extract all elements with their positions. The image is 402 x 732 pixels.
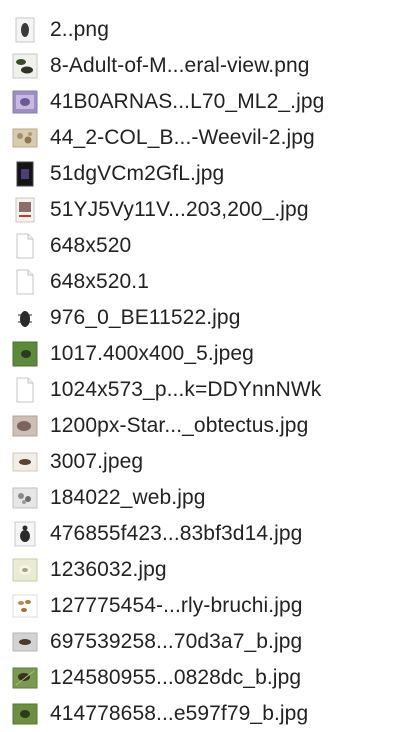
image-thumb-icon xyxy=(12,449,38,475)
image-thumb-icon xyxy=(12,413,38,439)
file-row[interactable]: 414778658...e597f79_b.jpg xyxy=(0,696,402,732)
image-thumb-icon xyxy=(12,197,38,223)
file-row[interactable]: 8-Adult-of-M...eral-view.png xyxy=(0,48,402,84)
file-name: 697539258...70d3a7_b.jpg xyxy=(50,630,303,653)
image-thumb-icon xyxy=(12,629,38,655)
file-row[interactable]: 697539258...70d3a7_b.jpg xyxy=(0,624,402,660)
file-list: 2..png 8-Adult-of-M...eral-view.png 41B0… xyxy=(0,12,402,732)
file-name: 8-Adult-of-M...eral-view.png xyxy=(50,54,310,77)
file-name: 1236032.jpg xyxy=(50,558,167,581)
file-name: 476855f423...83bf3d14.jpg xyxy=(50,522,303,545)
file-row[interactable]: 648x520 xyxy=(0,228,402,264)
file-row[interactable]: 476855f423...83bf3d14.jpg xyxy=(0,516,402,552)
file-name: 1200px-Star..._obtectus.jpg xyxy=(50,414,309,437)
file-name: 1024x573_p...k=DDYnnNWk xyxy=(50,378,322,401)
file-name: 1017.400x400_5.jpeg xyxy=(50,342,254,365)
file-row[interactable]: 51dgVCm2GfL.jpg xyxy=(0,156,402,192)
file-name: 648x520 xyxy=(50,234,132,257)
file-name: 976_0_BE11522.jpg xyxy=(50,306,241,329)
file-name: 51dgVCm2GfL.jpg xyxy=(50,162,225,185)
blank-document-icon xyxy=(12,377,38,403)
image-thumb-icon xyxy=(12,665,38,691)
file-row[interactable]: 1200px-Star..._obtectus.jpg xyxy=(0,408,402,444)
image-thumb-icon xyxy=(12,341,38,367)
file-name: 3007.jpeg xyxy=(50,450,144,473)
image-thumb-icon xyxy=(12,125,38,151)
file-row[interactable]: 44_2-COL_B...-Weevil-2.jpg xyxy=(0,120,402,156)
file-row[interactable]: 124580955...0828dc_b.jpg xyxy=(0,660,402,696)
file-name: 41B0ARNAS...L70_ML2_.jpg xyxy=(50,90,325,113)
file-name: 2..png xyxy=(50,18,109,41)
image-thumb-icon xyxy=(12,557,38,583)
file-row[interactable]: 1017.400x400_5.jpeg xyxy=(0,336,402,372)
file-row[interactable]: 51YJ5Vy11V...203,200_.jpg xyxy=(0,192,402,228)
image-thumb-icon xyxy=(12,161,38,187)
file-row[interactable]: 1236032.jpg xyxy=(0,552,402,588)
file-row[interactable]: 41B0ARNAS...L70_ML2_.jpg xyxy=(0,84,402,120)
file-name: 648x520.1 xyxy=(50,270,149,293)
file-name: 124580955...0828dc_b.jpg xyxy=(50,666,302,689)
blank-document-icon xyxy=(12,269,38,295)
image-thumb-icon xyxy=(12,17,38,43)
image-thumb-icon xyxy=(12,485,38,511)
image-thumb-icon xyxy=(12,701,38,727)
file-name: 44_2-COL_B...-Weevil-2.jpg xyxy=(50,126,315,149)
image-thumb-icon xyxy=(12,521,38,547)
file-row[interactable]: 184022_web.jpg xyxy=(0,480,402,516)
file-name: 51YJ5Vy11V...203,200_.jpg xyxy=(50,198,309,221)
file-name: 127775454-...rly-bruchi.jpg xyxy=(50,594,303,617)
image-thumb-icon xyxy=(12,305,38,331)
file-row[interactable]: 2..png xyxy=(0,12,402,48)
file-row[interactable]: 1024x573_p...k=DDYnnNWk xyxy=(0,372,402,408)
file-name: 414778658...e597f79_b.jpg xyxy=(50,702,309,725)
blank-document-icon xyxy=(12,233,38,259)
file-row[interactable]: 648x520.1 xyxy=(0,264,402,300)
file-row[interactable]: 976_0_BE11522.jpg xyxy=(0,300,402,336)
file-row[interactable]: 3007.jpeg xyxy=(0,444,402,480)
image-thumb-icon xyxy=(12,53,38,79)
image-thumb-icon xyxy=(12,593,38,619)
image-thumb-icon xyxy=(12,89,38,115)
file-row[interactable]: 127775454-...rly-bruchi.jpg xyxy=(0,588,402,624)
file-name: 184022_web.jpg xyxy=(50,486,206,509)
